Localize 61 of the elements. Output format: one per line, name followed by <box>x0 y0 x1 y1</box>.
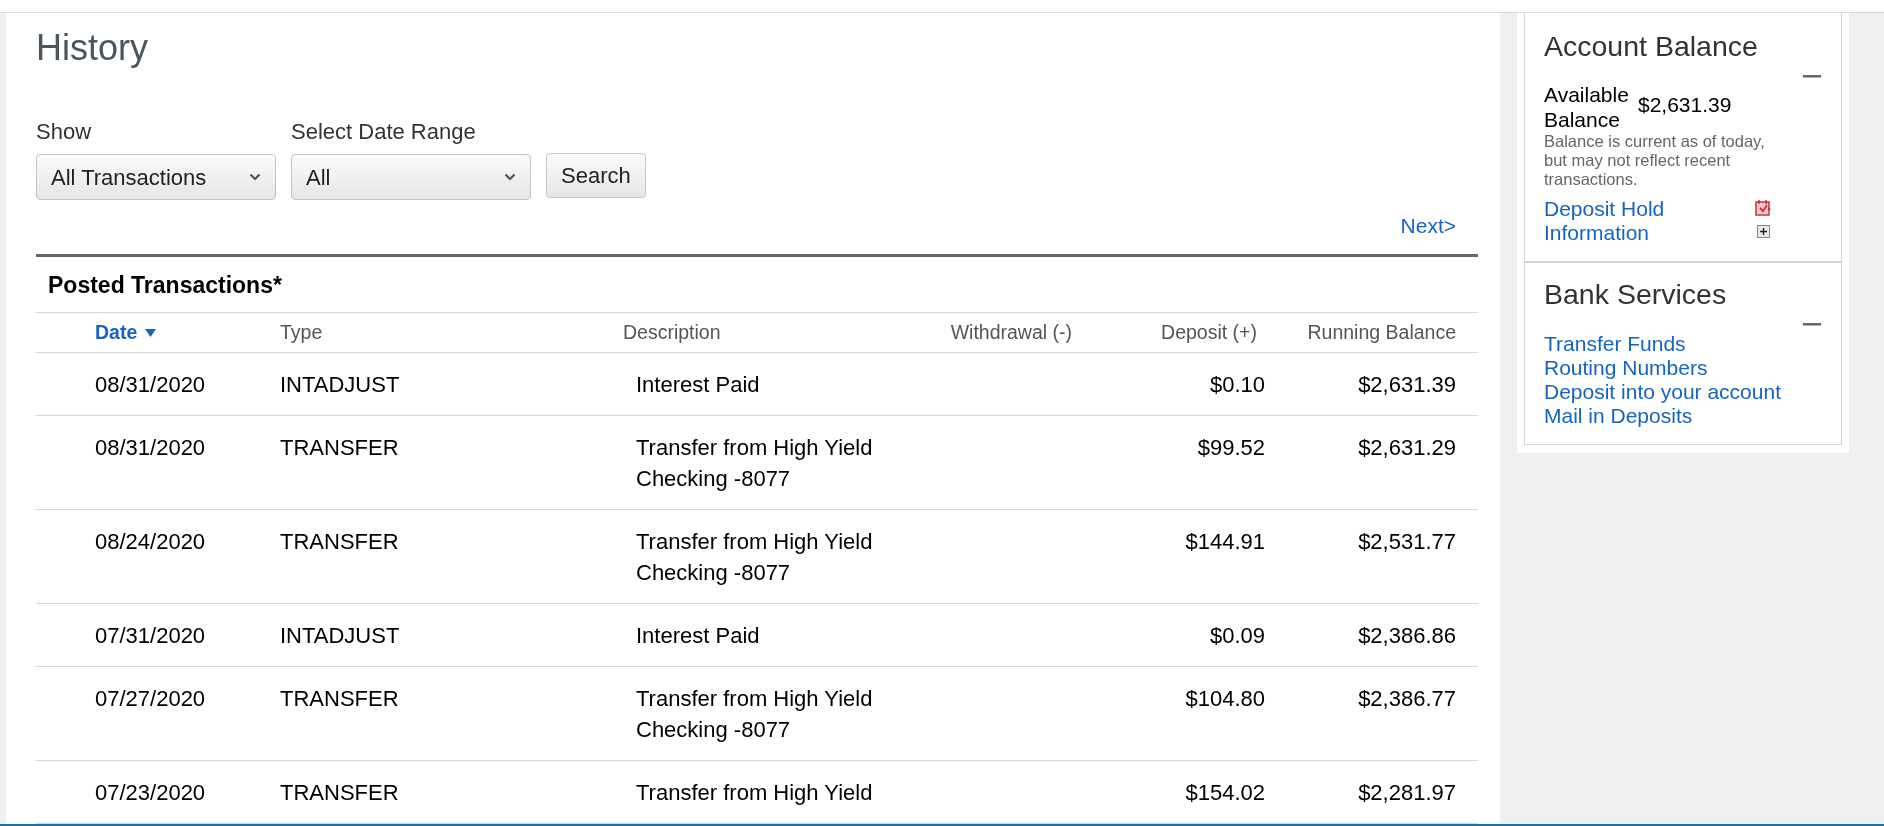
table-cell: $99.52 <box>1197 435 1265 460</box>
show-dropdown[interactable]: All Transactions <box>36 154 276 200</box>
table-cell: TRANSFER <box>280 780 399 805</box>
column-header[interactable]: Date <box>95 318 157 348</box>
table-cell: $2,531.77 <box>1358 529 1456 554</box>
table-cell: 08/24/2020 <box>95 529 206 554</box>
table-cell: 08/31/2020 <box>95 435 206 460</box>
collapse-icon[interactable] <box>1803 323 1821 326</box>
collapse-icon[interactable] <box>1803 75 1821 78</box>
table-cell: 07/27/2020 <box>95 686 206 711</box>
column-header[interactable]: Description <box>623 321 721 343</box>
table-cell: $2,386.86 <box>1358 623 1456 648</box>
sort-descending-icon <box>145 328 157 337</box>
date-range-label: Select Date Range <box>291 118 477 146</box>
table-cell: $154.02 <box>1185 780 1265 805</box>
table-cell: $2,281.97 <box>1358 780 1456 805</box>
table-cell: $2,631.29 <box>1358 435 1456 460</box>
show-label: Show <box>36 118 93 146</box>
section-title: Bank Services <box>1544 277 1728 311</box>
service-link[interactable]: Routing Numbers <box>1544 356 1708 380</box>
table-cell: $0.10 <box>1209 372 1265 397</box>
calendar-icon[interactable] <box>1755 199 1772 216</box>
table-cell: $2,631.39 <box>1358 372 1456 397</box>
service-link[interactable]: Mail in Deposits <box>1544 404 1693 428</box>
table-cell: INTADJUST <box>280 372 400 397</box>
deposit-hold-link[interactable]: Deposit Hold Information <box>1544 197 1749 245</box>
table-cell: $144.91 <box>1185 529 1265 554</box>
expand-box-icon[interactable] <box>1757 225 1770 238</box>
column-header[interactable]: Deposit (+) <box>1161 321 1257 343</box>
table-cell: 07/23/2020 <box>95 780 206 805</box>
table-cell: $2,386.77 <box>1358 686 1456 711</box>
available-balance-amount: $2,631.39 <box>1638 92 1732 117</box>
next-page-link[interactable]: Next> <box>1400 210 1456 242</box>
table-cell: 08/31/2020 <box>95 372 206 397</box>
column-header[interactable]: Withdrawal (-) <box>950 321 1072 343</box>
table-cell: $104.80 <box>1185 686 1265 711</box>
chevron-down-icon <box>504 173 516 181</box>
column-header[interactable]: Running Balance <box>1307 321 1456 343</box>
table-cell: 07/31/2020 <box>95 623 206 648</box>
service-link[interactable]: Deposit into your account <box>1544 380 1781 404</box>
table-cell: Transfer from High Yield Checking -8077 <box>636 435 873 491</box>
balance-note: Balance is current as of today, but may not reflect recent transactions. <box>1544 132 1766 189</box>
table-title: Posted Transactions* <box>36 256 1478 314</box>
table-cell: $0.09 <box>1209 623 1265 648</box>
table-cell: Interest Paid <box>636 623 760 648</box>
section-title: Account Balance <box>1544 29 1759 63</box>
table-cell: TRANSFER <box>280 529 399 554</box>
page-title: History <box>36 27 149 69</box>
table-cell: Transfer from High Yield Checking -8077 <box>636 686 873 742</box>
table-cell: Transfer from High Yield Checking -8077 <box>636 529 873 585</box>
table-cell: TRANSFER <box>280 435 399 460</box>
table-cell: Transfer from High Yield <box>636 780 873 805</box>
table-cell: TRANSFER <box>280 686 399 711</box>
table-cell: Interest Paid <box>636 372 760 397</box>
column-header[interactable]: Type <box>280 321 323 343</box>
chevron-down-icon <box>249 173 261 181</box>
date-range-dropdown[interactable]: All <box>291 154 531 200</box>
table-cell: INTADJUST <box>280 623 400 648</box>
service-link[interactable]: Transfer Funds <box>1544 332 1686 356</box>
available-balance-label: Available Balance <box>1544 82 1630 132</box>
search-button[interactable]: Search <box>546 153 646 198</box>
